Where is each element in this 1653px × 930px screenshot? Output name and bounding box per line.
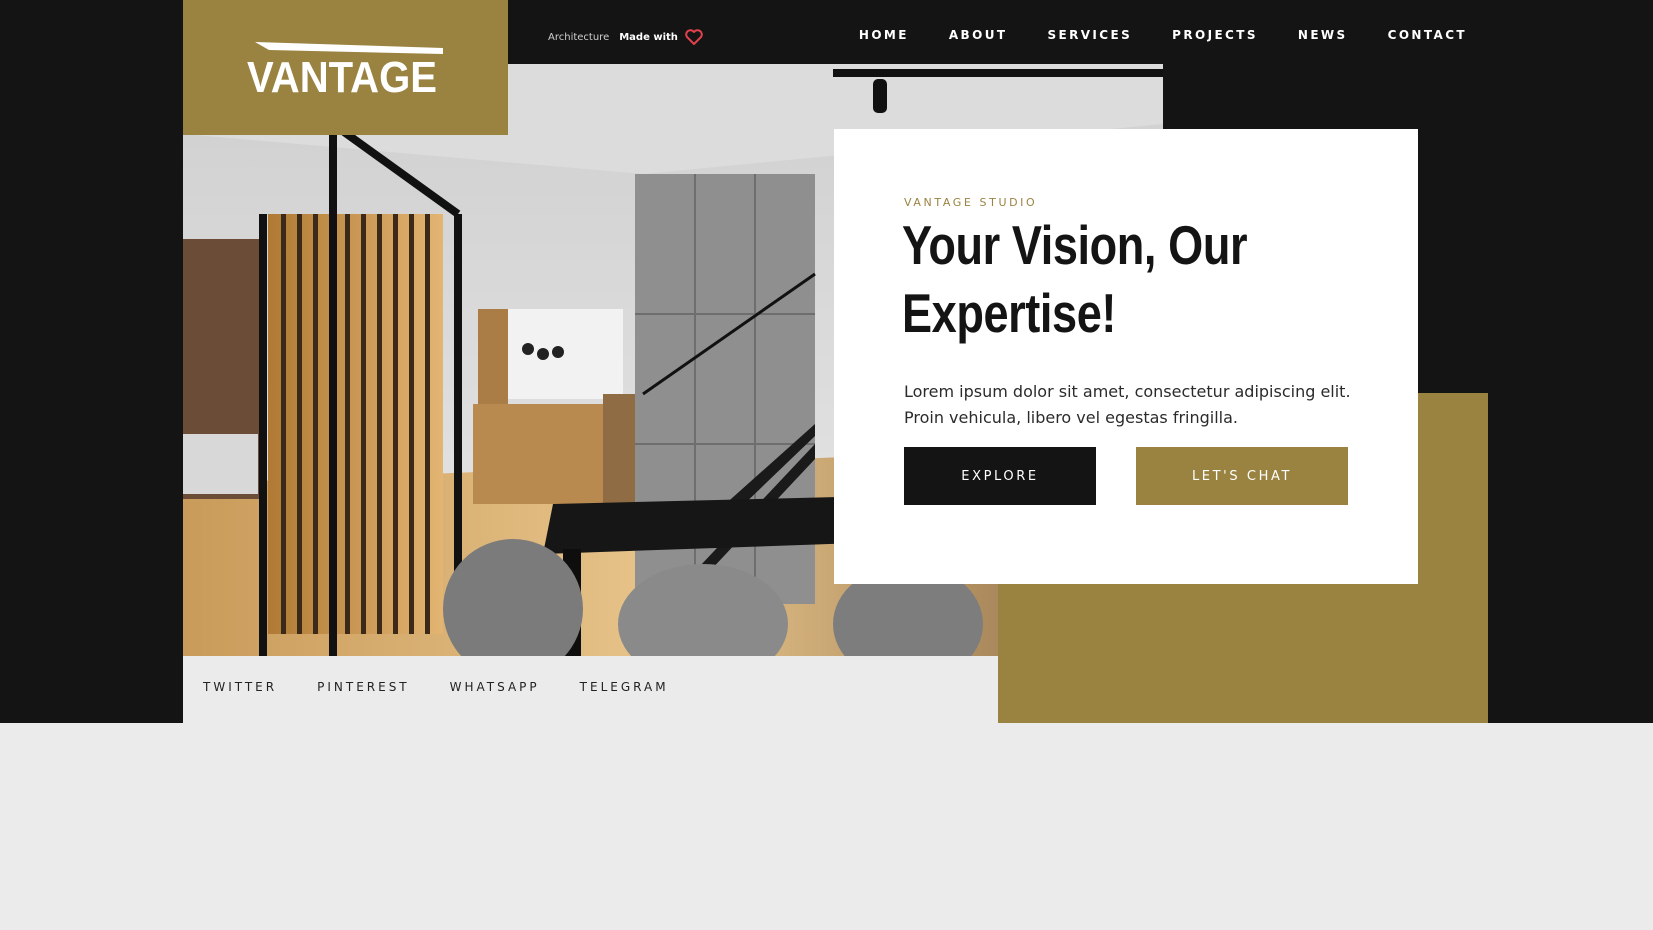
tagline-made-with: Made with xyxy=(619,29,704,45)
nav-about[interactable]: ABOUT xyxy=(949,28,1008,42)
header-tagline: Architecture Made with xyxy=(548,29,704,45)
social-telegram-link[interactable]: TELEGRAM xyxy=(580,680,669,694)
vantage-logo[interactable]: VANTAGE xyxy=(247,40,447,96)
nav-projects[interactable]: PROJECTS xyxy=(1172,28,1258,42)
social-links-bar: TWITTER PINTEREST WHATSAPP TELEGRAM xyxy=(183,656,998,723)
heart-icon xyxy=(685,29,704,45)
nav-news[interactable]: NEWS xyxy=(1298,28,1348,42)
social-twitter-link[interactable]: TWITTER xyxy=(203,680,277,694)
made-with-label: Made with xyxy=(619,32,678,43)
nav-services[interactable]: SERVICES xyxy=(1047,28,1132,42)
hero-card: VANTAGE STUDIO Your Vision, Our Expertis… xyxy=(834,129,1418,584)
social-whatsapp-link[interactable]: WHATSAPP xyxy=(450,680,540,694)
hero-title-line1: Your Vision, Our xyxy=(902,214,1248,276)
hero-title-line2: Expertise! xyxy=(902,282,1116,344)
hero-eyebrow: VANTAGE STUDIO xyxy=(904,196,1038,209)
nav-contact[interactable]: CONTACT xyxy=(1388,28,1467,42)
hero-title: Your Vision, Our Expertise! xyxy=(902,211,1279,347)
hero-description: Lorem ipsum dolor sit amet, consectetur … xyxy=(904,379,1354,431)
svg-text:VANTAGE: VANTAGE xyxy=(247,53,437,96)
hero-description-line1: Lorem ipsum dolor sit amet, consectetur … xyxy=(904,382,1351,401)
explore-button[interactable]: EXPLORE xyxy=(904,447,1096,505)
site-logo-block[interactable]: VANTAGE xyxy=(183,0,508,135)
nav-home[interactable]: HOME xyxy=(859,28,909,42)
tagline-category: Architecture xyxy=(548,31,610,43)
lets-chat-button[interactable]: LET'S CHAT xyxy=(1136,447,1348,505)
hero-description-line2: Proin vehicula, libero vel egestas fring… xyxy=(904,408,1239,427)
main-navigation: HOME ABOUT SERVICES PROJECTS NEWS CONTAC… xyxy=(819,28,1467,42)
social-pinterest-link[interactable]: PINTEREST xyxy=(317,680,410,694)
